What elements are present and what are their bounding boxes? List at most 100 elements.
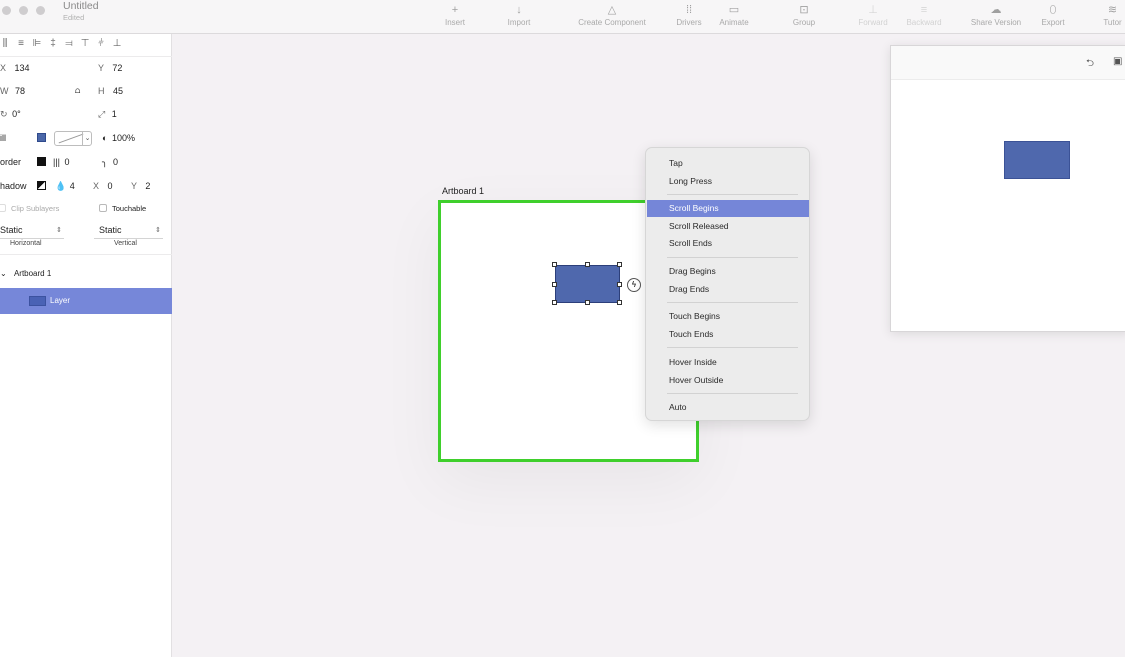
vertical-constraint-select[interactable]: Static ⇕ [94,225,163,239]
title-bar: Untitled Edited + Insert ↓ Import △ Crea… [0,0,1125,34]
fill-color-swatch[interactable] [37,133,46,142]
rotation-field[interactable]: ↻ 0° [0,109,21,120]
menu-separator [667,257,798,258]
artboard-label[interactable]: Artboard 1 [442,186,484,196]
group-button[interactable]: ⊡ Group [788,2,820,27]
animate-icon: ▭ [728,4,740,16]
group-icon: ⊡ [799,4,809,16]
opacity-field[interactable]: ◐ 100% [102,133,135,143]
chevron-down-icon[interactable]: ⌄ [0,269,7,278]
resize-handle[interactable] [617,262,622,267]
divider [0,56,172,57]
export-button[interactable]: ⬯ Export [1036,2,1070,27]
vertical-constraint-label: Vertical [114,240,137,247]
border-width-field[interactable]: ||| 0 [53,157,70,167]
shadow-blur-field[interactable]: 💧 4 [55,181,75,192]
horizontal-constraint-select[interactable]: Static ⇕ [0,225,64,239]
distribute-horizontal-icon[interactable]: ⫼ [0,38,10,49]
lock-ratio-icon[interactable]: ⩍ [75,86,80,96]
clip-sublayers-checkbox[interactable]: Clip Sublayers [0,204,59,213]
menu-item-touch-ends[interactable]: Touch Ends [646,326,811,343]
menu-separator [667,347,798,348]
menu-item-hover-outside[interactable]: Hover Outside [646,372,811,389]
border-width-icon: ||| [53,157,61,167]
align-bottom-icon[interactable]: ⊥ [112,38,122,49]
align-right-icon[interactable]: ⫤ [64,38,74,49]
align-left-icon[interactable]: ⊫ [32,38,42,49]
inspector-panel: ⫼ ≡ ⊫ ‡ ⫤ ⊤ ⫩ ⊥ X 134 Y 72 W 78 ⩍ H 45 ↻… [0,34,172,657]
layer-item-layer[interactable]: Layer [0,288,172,314]
create-component-button[interactable]: △ Create Component [570,2,654,27]
align-middle-vertical-icon[interactable]: ⫩ [96,38,106,49]
minimize-window-button[interactable] [19,6,28,15]
menu-item-drag-ends[interactable]: Drag Ends [646,281,811,298]
menu-separator [667,302,798,303]
preview-window: ⮌ ▣ [890,45,1125,332]
x-field[interactable]: X 134 [0,63,30,73]
menu-item-hover-inside[interactable]: Hover Inside [646,354,811,371]
menu-item-long-press[interactable]: Long Press [646,173,811,190]
import-button[interactable]: ↓ Import [502,2,536,27]
resize-handle[interactable] [617,282,622,287]
document-status: Edited [63,13,85,22]
tutorials-button[interactable]: ≋ Tutor [1100,2,1125,27]
forward-button[interactable]: ⊥ Forward [853,2,893,27]
component-icon: △ [607,4,617,16]
corner-radius-icon: ╮ [102,157,108,167]
selected-layer[interactable] [555,265,620,303]
arrow-down-icon: ↓ [516,4,522,16]
bring-forward-icon: ⊥ [868,4,878,16]
animate-button[interactable]: ▭ Animate [716,2,752,27]
menu-item-scroll-begins[interactable]: Scroll Begins [647,200,809,217]
shadow-y-field[interactable]: Y 2 [131,181,150,191]
resize-handle[interactable] [552,262,557,267]
menu-item-tap[interactable]: Tap [646,155,811,172]
align-top-icon[interactable]: ⊤ [80,38,90,49]
resize-handle[interactable] [552,300,557,305]
align-center-horizontal-icon[interactable]: ‡ [48,38,58,49]
corner-radius-field[interactable]: ╮ 0 [102,157,118,168]
select-arrow-icon: ⇕ [56,227,62,234]
window-controls [2,6,45,15]
backward-button[interactable]: ≡ Backward [900,2,948,27]
send-backward-icon: ≡ [920,4,928,16]
y-field[interactable]: Y 72 [98,63,122,73]
menu-item-scroll-ends[interactable]: Scroll Ends [646,235,811,252]
height-field[interactable]: H 45 [98,86,123,96]
border-color-swatch[interactable] [37,157,46,166]
blur-drop-icon: 💧 [55,181,67,191]
shadow-color-swatch[interactable] [37,181,46,190]
menu-separator [667,194,798,195]
device-icon[interactable]: ▣ [1113,56,1122,67]
resize-handle[interactable] [617,300,622,305]
fill-gradient-dropdown[interactable]: ⌄ [82,131,92,146]
touchable-checkbox[interactable]: Touchable [99,204,146,213]
shadow-x-field[interactable]: X 0 [93,181,113,191]
scale-icon: ⤢ [98,109,106,119]
drivers-button[interactable]: ⁞⁞ Drivers [672,2,706,27]
trigger-menu: Tap Long Press Scroll Begins Scroll Rele… [645,147,810,421]
add-trigger-icon[interactable]: ϟ [627,278,641,292]
plus-icon: + [451,4,459,16]
resize-handle[interactable] [585,300,590,305]
menu-item-drag-begins[interactable]: Drag Begins [646,263,811,280]
export-icon: ⬯ [1049,4,1057,16]
share-version-button[interactable]: ☁ Share Version [964,2,1028,27]
undo-icon[interactable]: ⮌ [1086,56,1094,73]
menu-item-auto[interactable]: Auto [646,399,811,416]
distribute-vertical-icon[interactable]: ≡ [16,38,26,49]
resize-handle[interactable] [585,262,590,267]
scale-field[interactable]: ⤢ 1 [98,109,117,120]
fill-label: ill [0,133,6,143]
layer-item-artboard[interactable]: ⌄ Artboard 1 [0,269,51,278]
insert-button[interactable]: + Insert [440,2,470,27]
zoom-window-button[interactable] [36,6,45,15]
close-window-button[interactable] [2,6,11,15]
alignment-toolbar: ⫼ ≡ ⊫ ‡ ⫤ ⊤ ⫩ ⊥ [0,38,122,49]
drivers-icon: ⁞⁞ [685,4,693,16]
menu-item-scroll-released[interactable]: Scroll Released [646,218,811,235]
select-arrow-icon: ⇕ [155,227,161,234]
width-field[interactable]: W 78 [0,86,25,96]
menu-item-touch-begins[interactable]: Touch Begins [646,308,811,325]
resize-handle[interactable] [552,282,557,287]
